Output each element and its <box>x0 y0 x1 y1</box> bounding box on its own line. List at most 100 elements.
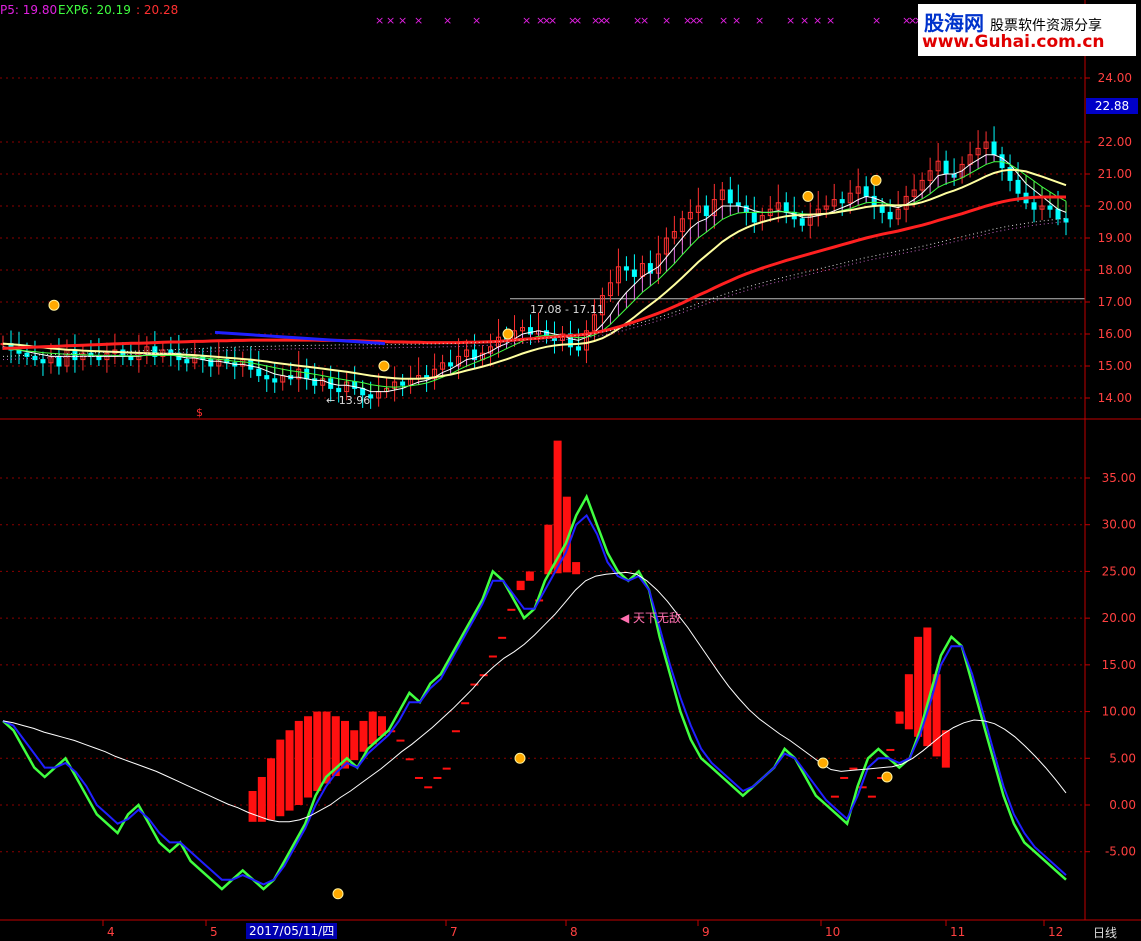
indicator-bar <box>396 739 405 742</box>
price-tick-label: 18.00 <box>1098 263 1132 277</box>
indicator-bar <box>886 748 895 751</box>
candle-body <box>943 160 949 175</box>
candle-body <box>56 355 62 367</box>
x-tick-label: 4 <box>107 925 115 939</box>
candle-body <box>168 349 174 354</box>
indicator-signal-dot <box>332 888 344 900</box>
buy-signal-dot <box>378 360 390 372</box>
price-tick-label: 15.00 <box>1098 359 1132 373</box>
candle-body <box>727 189 733 204</box>
indicator-tick-label: 35.00 <box>1102 471 1136 485</box>
indicator-bar <box>904 674 913 730</box>
indicator-bar <box>849 767 858 770</box>
indicator-bar <box>313 711 322 791</box>
indicator-tick-label: 30.00 <box>1102 518 1136 532</box>
indicator-signal-dot <box>881 771 893 783</box>
indicator-bar <box>424 786 433 789</box>
candle-body <box>839 199 845 204</box>
range-annotation: 17.08 - 17.11 <box>530 303 604 316</box>
indicator-bar <box>304 716 313 798</box>
cursor-date-label: 2017/05/11/四 <box>246 923 338 939</box>
candle-body <box>703 205 709 217</box>
price-tick-label: 20.00 <box>1098 199 1132 213</box>
x-tick-label: 7 <box>450 925 458 939</box>
candle-body <box>1015 179 1021 194</box>
indicator-bar <box>941 730 950 768</box>
signal-cross: × <box>755 14 764 27</box>
candle-body <box>184 359 190 364</box>
signal-cross: × <box>443 14 452 27</box>
candle-body <box>631 269 637 277</box>
candle-body <box>575 346 581 351</box>
stock-chart[interactable]: ← 13.9617.08 - 17.11$× × × × × × × ××× ×× ××× ×× × ×… <box>0 0 1141 941</box>
price-tick-label: 16.00 <box>1098 327 1132 341</box>
x-tick-label: 9 <box>702 925 710 939</box>
candle-body <box>400 381 406 386</box>
indicator-bar <box>507 608 516 611</box>
signal-cross: × <box>800 14 809 27</box>
signal-cross: × <box>414 14 423 27</box>
indicator-bar <box>350 730 359 761</box>
signal-cross: × <box>695 14 704 27</box>
candle-body <box>336 387 342 393</box>
price-tick-label: 21.00 <box>1098 167 1132 181</box>
indicator-bar <box>914 636 923 737</box>
signal-cross: × <box>640 14 649 27</box>
current-price-tag: 22.88 <box>1086 98 1138 114</box>
buy-signal-dot <box>48 299 60 311</box>
signal-cross: × <box>472 14 481 27</box>
indicator-bar <box>516 580 525 591</box>
header-exp6: EXP6: 20.19 <box>58 3 131 17</box>
buy-signal-dot <box>802 190 814 202</box>
indicator-bar <box>895 711 904 724</box>
signal-cross: × <box>719 14 728 27</box>
candle-body <box>1031 202 1037 210</box>
candle-body <box>272 378 278 383</box>
indicator-tick-label: 5.00 <box>1109 751 1136 765</box>
indicator-bar <box>451 730 460 733</box>
signal-cross: × <box>573 14 582 27</box>
indicator-bar <box>359 720 368 752</box>
header-ma: : 20.28 <box>136 3 179 17</box>
indicator-bar <box>294 720 303 805</box>
indicator-tick-label: -5.00 <box>1105 845 1136 859</box>
header-exp5: P5: 19.80 <box>0 3 58 17</box>
indicator-bar <box>461 702 470 705</box>
indicator-tick-label: 10.00 <box>1102 705 1136 719</box>
candle-body <box>799 218 805 226</box>
price-tick-label: 17.00 <box>1098 295 1132 309</box>
indicator-bar <box>840 776 849 779</box>
indicator-bar <box>368 711 377 745</box>
signal-marker: $ <box>196 406 203 419</box>
x-tick-label: 11 <box>950 925 965 939</box>
candle-body <box>24 352 30 357</box>
signal-cross: × <box>813 14 822 27</box>
indicator-bar <box>932 674 941 757</box>
indicator-bar <box>257 776 266 822</box>
signal-cross: × <box>386 14 395 27</box>
x-tick-label: 10 <box>825 925 840 939</box>
indicator-annotation: ◀ 天下无敌 <box>620 610 681 625</box>
candle-body <box>1055 208 1061 220</box>
candle-body <box>256 368 262 377</box>
period-label[interactable]: 日线 <box>1093 924 1117 941</box>
indicator-tick-label: 15.00 <box>1102 658 1136 672</box>
indicator-bar <box>544 524 553 575</box>
candle-body <box>879 205 885 213</box>
buy-signal-dot <box>502 328 514 340</box>
site-logo: 股海网 股票软件资源分享 www.Guhai.com.cn <box>918 4 1136 56</box>
indicator-tick-label: 20.00 <box>1102 611 1136 625</box>
x-tick-label: 8 <box>570 925 578 939</box>
price-tick-label: 22.00 <box>1098 135 1132 149</box>
candle-body <box>264 375 270 380</box>
indicator-tick-label: 25.00 <box>1102 564 1136 578</box>
candle-body <box>40 359 46 364</box>
indicator-bar <box>267 758 276 820</box>
signal-cross: × <box>398 14 407 27</box>
signal-cross: × <box>375 14 384 27</box>
indicator-bar <box>867 795 876 798</box>
candle-body <box>751 211 757 223</box>
indicator-bar <box>414 776 423 779</box>
indicator-bar <box>405 758 414 761</box>
indicator-bar <box>248 790 257 822</box>
